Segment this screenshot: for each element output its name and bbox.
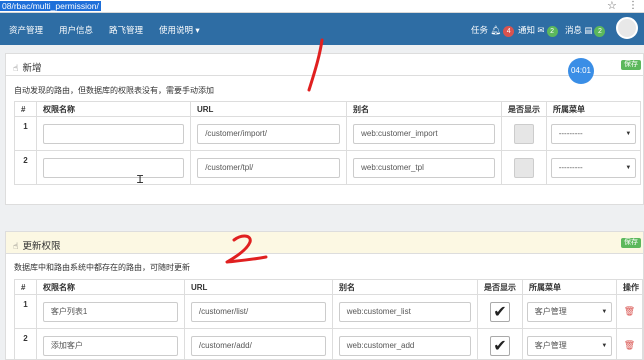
col-alias: 别名 (332, 279, 478, 295)
table-row: 1 /customer/import/ web:customer_import … (14, 116, 641, 151)
update-panel-header: ☝ 更新权限 保存 (6, 232, 643, 254)
tasks-label: 任务 (471, 25, 489, 35)
timer-bubble[interactable]: 04:01 (568, 58, 594, 84)
add-panel-note: 自动发现的路由，但数据库的权限表没有，需要手动添加 (14, 86, 214, 95)
col-name: 权限名称 (36, 101, 191, 117)
add-table: # 权限名称 URL 别名 是否显示 所属菜单 1 /customer/impo… (14, 101, 641, 185)
name-input[interactable]: 添加客户 (42, 335, 179, 356)
add-save-button[interactable]: 保存 (621, 60, 641, 70)
nav-item-assets[interactable]: 资产管理 (9, 24, 43, 36)
alias-input[interactable]: web:customer_import (353, 123, 495, 144)
table-row: 1 客户列表1 /customer/list/ web:customer_lis… (14, 294, 643, 329)
update-table-header: # 权限名称 URL 别名 是否显示 所属菜单 操作 (14, 279, 643, 295)
messages-badge: 2 (594, 26, 606, 37)
envelope-icon: ✉ (537, 25, 545, 35)
table-row: 2 /customer/tpl/ web:customer_tpl ------… (14, 150, 641, 185)
url-input[interactable]: /customer/list/ (190, 301, 327, 322)
display-checkbox[interactable]: ✔ (490, 301, 510, 322)
nav-item-lufei[interactable]: 路飞管理 (109, 24, 143, 36)
nav-messages[interactable]: 消息 ▤ 2 (565, 24, 606, 37)
nav-notify[interactable]: 通知 ✉ 2 (518, 24, 558, 37)
bookmark-star-icon[interactable]: ☆ (607, 0, 617, 12)
bell-icon: 🔔︎ (490, 25, 502, 35)
menu-select[interactable]: 客户管理 ▼ (526, 335, 613, 356)
display-checkbox[interactable] (514, 123, 534, 144)
menu-select[interactable]: --------- ▼ (550, 157, 637, 178)
text-cursor-icon: Ɪ (137, 174, 144, 186)
dropdown-caret-icon: ▼ (625, 164, 632, 171)
messages-label: 消息 (565, 25, 583, 35)
trash-icon[interactable]: 🗑︎ (617, 306, 642, 317)
update-table: # 权限名称 URL 别名 是否显示 所属菜单 操作 1 客户列表1 /cust… (14, 279, 643, 360)
col-url: URL (184, 279, 333, 295)
table-row: 2 添加客户 /customer/add/ web:customer_add ✔… (14, 328, 643, 360)
alias-input[interactable]: web:customer_tpl (353, 157, 495, 178)
url-input[interactable]: /customer/add/ (190, 335, 327, 356)
row-index: 2 (14, 328, 37, 360)
col-url: URL (190, 101, 347, 117)
col-display: 是否显示 (477, 279, 523, 295)
alias-input[interactable]: web:customer_add (338, 335, 472, 356)
name-input[interactable]: 客户列表1 (42, 301, 179, 322)
col-menu: 所属菜单 (522, 279, 617, 295)
browser-menu-icon[interactable]: ⋮ (628, 0, 638, 11)
alias-input[interactable]: web:customer_list (338, 301, 472, 322)
hand-pointer-icon: ☝ (13, 241, 19, 251)
row-index: 1 (14, 116, 37, 151)
menu-select[interactable]: --------- ▼ (550, 123, 637, 144)
nav-item-user-info[interactable]: 用户信息 (59, 24, 93, 36)
col-index: # (14, 279, 37, 295)
dropdown-caret-icon: ▼ (601, 308, 608, 315)
menu-select-value: 客户管理 (534, 306, 567, 316)
trash-icon[interactable]: 🗑︎ (617, 340, 642, 351)
display-checkbox[interactable] (514, 157, 534, 178)
nav-tasks[interactable]: 任务 🔔︎ 4 (471, 24, 515, 37)
row-index: 1 (14, 294, 37, 329)
col-index: # (14, 101, 37, 117)
display-checkbox[interactable]: ✔ (490, 335, 510, 356)
menu-select-value: --------- (558, 162, 583, 172)
update-panel: ☝ 更新权限 保存 数据库中和路由系统中都存在的路由，可随时更新 # 权限名称 U… (5, 231, 644, 360)
annotation-number-1 (307, 38, 324, 92)
row-index: 2 (14, 150, 37, 185)
name-input[interactable] (43, 157, 184, 178)
name-input[interactable] (43, 123, 184, 144)
menu-select-value: 客户管理 (534, 340, 567, 350)
col-name: 权限名称 (36, 279, 185, 295)
hand-pointer-icon: ☝ (13, 63, 19, 73)
message-icon: ▤ (584, 25, 593, 35)
col-display: 是否显示 (501, 101, 547, 117)
address-bar[interactable]: 08/rbac/multi_permission/ ☆ ⋮ (0, 0, 644, 13)
menu-select-value: --------- (558, 128, 583, 138)
annotation-number-2 (225, 234, 268, 264)
update-panel-title: 更新权限 (22, 241, 61, 252)
col-actions: 操作 (616, 279, 643, 295)
nav-item-help[interactable]: 使用说明 ▾ (159, 24, 200, 36)
menu-select[interactable]: 客户管理 ▼ (526, 301, 613, 322)
update-panel-note: 数据库中和路由系统中都存在的路由，可随时更新 (14, 263, 190, 272)
url-input[interactable]: /customer/import/ (197, 123, 340, 144)
url-text[interactable]: 08/rbac/multi_permission/ (0, 1, 101, 11)
update-save-button[interactable]: 保存 (621, 238, 641, 248)
add-table-header: # 权限名称 URL 别名 是否显示 所属菜单 (14, 101, 641, 117)
dropdown-caret-icon: ▼ (601, 342, 608, 349)
tasks-badge: 4 (503, 26, 515, 37)
col-alias: 别名 (346, 101, 502, 117)
add-panel-title: 新增 (22, 63, 42, 74)
avatar[interactable] (616, 17, 638, 39)
notify-label: 通知 (518, 25, 536, 35)
col-menu: 所属菜单 (546, 101, 641, 117)
dropdown-caret-icon: ▼ (625, 130, 632, 137)
url-input[interactable]: /customer/tpl/ (197, 157, 340, 178)
notify-badge: 2 (546, 26, 558, 37)
